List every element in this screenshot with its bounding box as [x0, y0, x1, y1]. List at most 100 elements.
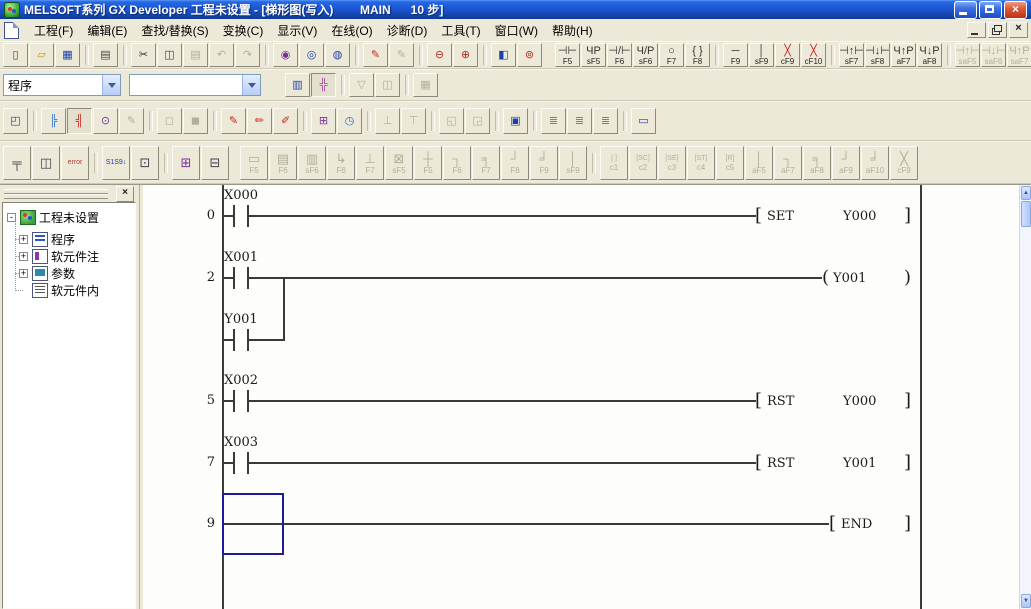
step-sort-button[interactable]: S1S9↓: [102, 146, 130, 180]
delete-horizontal-line-button[interactable]: ╳cF9: [775, 43, 800, 67]
menu-help[interactable]: 帮助(H): [545, 19, 600, 42]
instruction-list-button[interactable]: ╤: [3, 146, 31, 180]
window-tile-button[interactable]: ◧: [491, 43, 516, 67]
circuit-zoom-in-button[interactable]: ⊕: [453, 43, 478, 67]
mdi-restore-button[interactable]: [988, 22, 1007, 38]
copy-button[interactable]: ◫: [157, 43, 182, 67]
write-mode-button[interactable]: ✎: [221, 108, 246, 134]
instruction-op[interactable]: SET: [767, 209, 794, 224]
device-label-button[interactable]: ╬: [311, 73, 336, 97]
delete-vertical-line-button[interactable]: ╳cF10: [801, 43, 826, 67]
tree-item-device-comment[interactable]: + 软元件注: [19, 248, 99, 264]
instruction-op[interactable]: RST: [767, 394, 794, 409]
contact-label[interactable]: X002: [210, 373, 272, 388]
menu-edit[interactable]: 编辑(E): [80, 19, 134, 42]
close-button[interactable]: ×: [1004, 1, 1027, 19]
cut-button[interactable]: ✂: [131, 43, 156, 67]
menu-find-replace[interactable]: 查找/替换(S): [134, 19, 215, 42]
write-list-button[interactable]: ✏: [247, 108, 272, 134]
instruction-device[interactable]: Y000: [843, 209, 876, 224]
application-instruction-button[interactable]: { }F8: [685, 43, 710, 67]
menu-online[interactable]: 在线(O): [324, 19, 379, 42]
mdi-close-button[interactable]: ×: [1009, 22, 1028, 38]
vertical-scrollbar[interactable]: ▲ ▼: [1019, 185, 1031, 609]
chevron-down-icon[interactable]: [102, 75, 120, 95]
instruction-op[interactable]: RST: [767, 456, 794, 471]
contact-label[interactable]: X001: [210, 250, 272, 265]
chevron-down-icon[interactable]: [242, 75, 260, 95]
coil-button[interactable]: ○F7: [659, 43, 684, 67]
contact-open-or-button[interactable]: ЧРsF5: [581, 43, 606, 67]
program-type-combo[interactable]: 程序: [3, 74, 121, 96]
find-string-button[interactable]: ◍: [325, 43, 350, 67]
mdi-minimize-button[interactable]: [967, 22, 986, 38]
menu-tools[interactable]: 工具(T): [434, 19, 487, 42]
expand-icon[interactable]: +: [19, 269, 28, 278]
contact-falling-or-button[interactable]: Ч↓РaF8: [917, 43, 942, 67]
contact-rising-or-button[interactable]: Ч↑РaF7: [891, 43, 916, 67]
error-jump-button[interactable]: error: [61, 146, 89, 180]
save-project-button[interactable]: ▦: [55, 43, 80, 67]
panel-gripper[interactable]: [4, 194, 108, 199]
menu-window[interactable]: 窗口(W): [488, 19, 545, 42]
maximize-button[interactable]: [979, 1, 1002, 19]
tree-item-device-memory[interactable]: 软元件内: [32, 282, 99, 298]
device-test-button[interactable]: ▣: [503, 108, 528, 134]
time-monitor-button[interactable]: ◷: [337, 108, 362, 134]
tree-item-program[interactable]: + 程序: [19, 231, 75, 247]
scroll-up-button[interactable]: ▲: [1021, 186, 1031, 200]
find-device-button[interactable]: ◎: [299, 43, 324, 67]
tree-item-project-root[interactable]: - 工程未设置: [7, 209, 99, 225]
open-project-button[interactable]: ▱: [29, 43, 54, 67]
circuit-zoom-out-button[interactable]: ⊖: [427, 43, 452, 67]
scroll-down-button[interactable]: ▼: [1021, 594, 1031, 608]
instruction-device[interactable]: Y001: [833, 271, 866, 286]
scrollbar-thumb[interactable]: [1021, 201, 1031, 227]
program-check-button[interactable]: ◫: [32, 146, 60, 180]
expand-icon[interactable]: +: [19, 235, 28, 244]
collapse-icon[interactable]: -: [7, 213, 16, 222]
vertical-line-button[interactable]: │sF9: [749, 43, 774, 67]
menu-project[interactable]: 工程(F): [27, 19, 80, 42]
panel-close-button[interactable]: ×: [116, 186, 134, 202]
block-select-combo[interactable]: [129, 74, 261, 96]
ladder-write-button[interactable]: ✎: [363, 43, 388, 67]
monitor-start-button[interactable]: ≣: [541, 108, 566, 134]
block-display-button[interactable]: ⊡: [131, 146, 159, 180]
window-grid-button[interactable]: ⊞: [311, 108, 336, 134]
ladder-canvas[interactable]: 0 X000 [ SET Y000 ] 2 X001 Y001 ( Y001: [143, 185, 1019, 609]
minimize-button[interactable]: [954, 1, 977, 19]
print-button[interactable]: ▤: [93, 43, 118, 67]
device-find-button[interactable]: ⊙: [93, 108, 118, 134]
grid-display-button[interactable]: ⊞: [172, 146, 200, 180]
contact-label[interactable]: X000: [210, 188, 272, 203]
instruction-op[interactable]: END: [841, 517, 872, 532]
horizontal-line-button[interactable]: ─F9: [723, 43, 748, 67]
edit-cursor[interactable]: [222, 493, 284, 555]
contact-close-button[interactable]: ⊣/⊢F6: [607, 43, 632, 67]
monitor-stop-button[interactable]: ≣: [567, 108, 592, 134]
instruction-device[interactable]: Y000: [843, 394, 876, 409]
ladder-view-button[interactable]: ╠: [41, 108, 66, 134]
new-project-button[interactable]: ▯: [3, 43, 28, 67]
ladder-monitor-window-button[interactable]: ▭: [631, 108, 656, 134]
contact-rising-pulse-button[interactable]: ⊣↑⊢sF7: [839, 43, 864, 67]
program-list-button[interactable]: ▥: [285, 73, 310, 97]
instruction-device[interactable]: Y001: [843, 456, 876, 471]
menu-convert[interactable]: 变换(C): [216, 19, 271, 42]
find-button[interactable]: ◉: [273, 43, 298, 67]
expand-icon[interactable]: +: [19, 252, 28, 261]
ladder-view-2-button[interactable]: ╣: [67, 108, 92, 134]
tree-item-parameter[interactable]: + 参数: [19, 265, 75, 281]
contact-open-button[interactable]: ⊣⊢F5: [555, 43, 580, 67]
program-monitor-button[interactable]: ⊚: [517, 43, 542, 67]
write-monitor-button[interactable]: ✐: [273, 108, 298, 134]
menu-diagnostics[interactable]: 诊断(D): [380, 19, 435, 42]
contact-label[interactable]: Y001: [210, 312, 272, 327]
contact-label[interactable]: X003: [210, 435, 272, 450]
monitor-mode-button[interactable]: ≣: [593, 108, 618, 134]
project-data-list-button[interactable]: ◰: [3, 108, 28, 134]
menu-view[interactable]: 显示(V): [270, 19, 324, 42]
contact-falling-pulse-button[interactable]: ⊣↓⊢sF8: [865, 43, 890, 67]
block-sort-button[interactable]: ⊟: [201, 146, 229, 180]
